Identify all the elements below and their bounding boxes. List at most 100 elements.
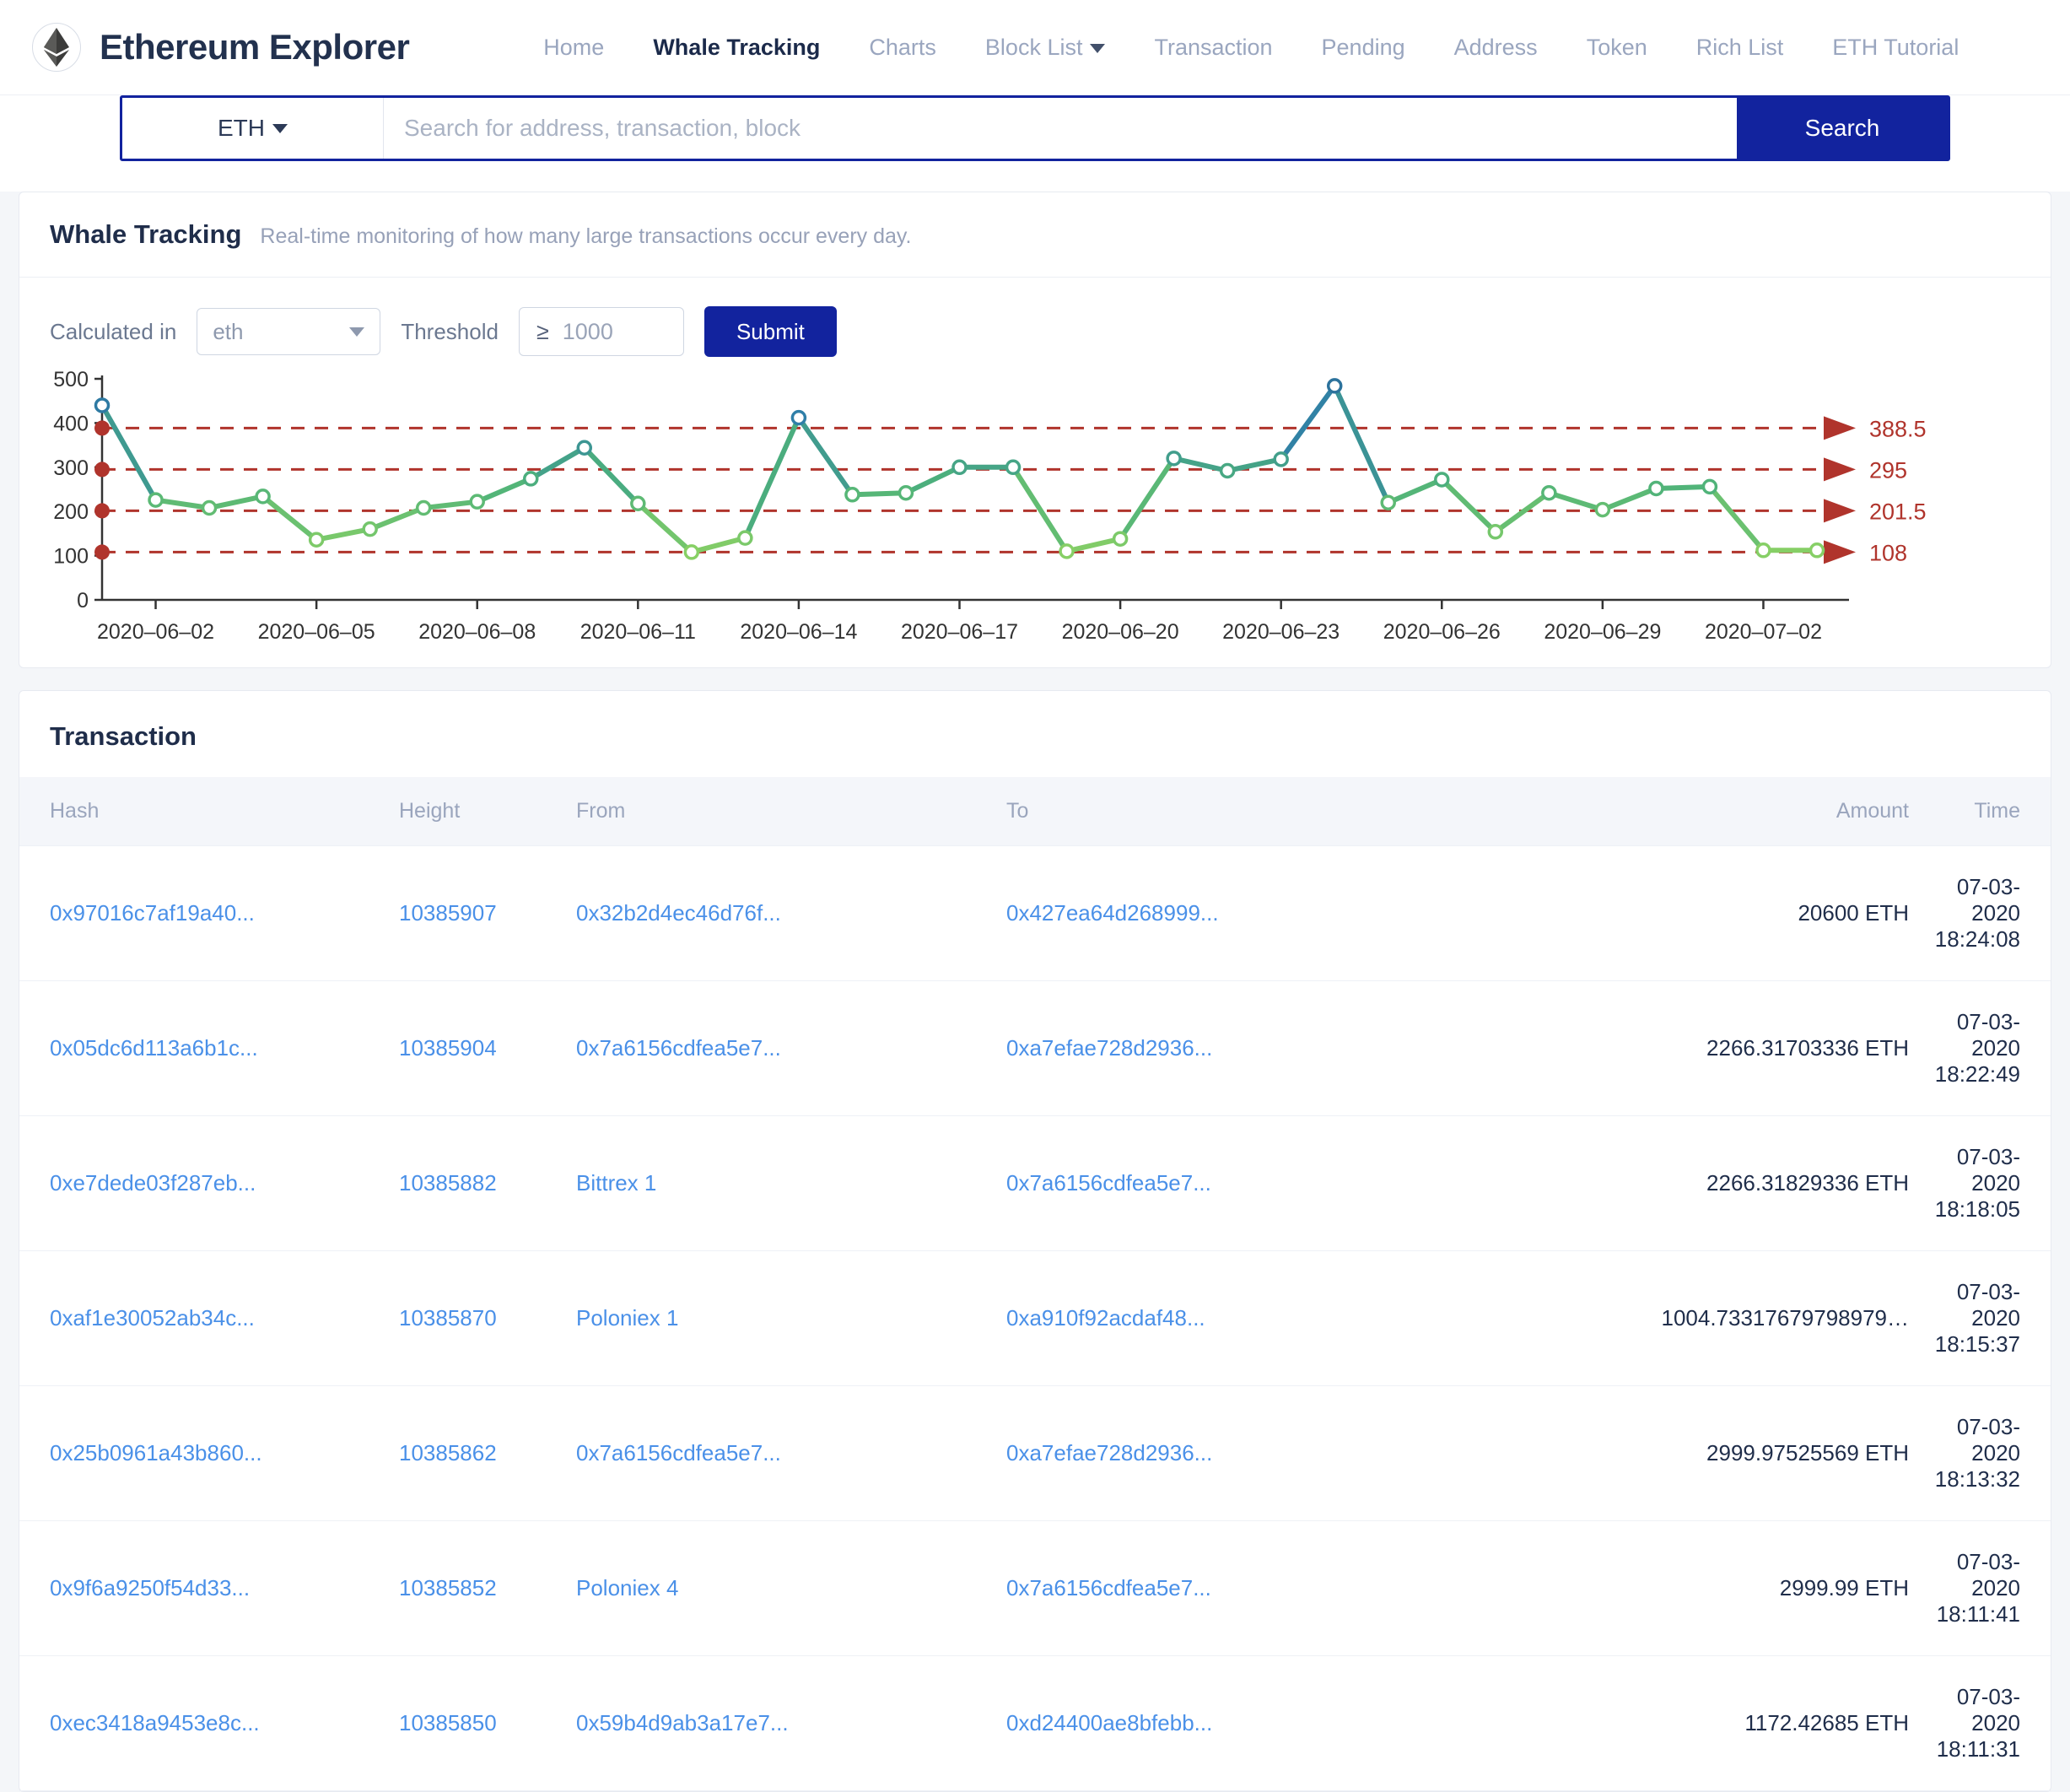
cell-to-link[interactable]: 0xa7efae728d2936... [1006, 1035, 1212, 1061]
cell-from-link[interactable]: 0x32b2d4ec46d76f... [576, 900, 781, 926]
threshold-input[interactable]: ≥ 1000 [518, 307, 684, 356]
column-header-time[interactable]: Time [1909, 777, 2051, 846]
nav-item-eth-tutorial[interactable]: ETH Tutorial [1808, 35, 1983, 61]
cell-to: 0xa7efae728d2936... [1006, 980, 1555, 1116]
main-nav: Home Whale Tracking Charts Block List Tr… [519, 35, 2038, 61]
cell-from-link[interactable]: Poloniex 4 [576, 1575, 678, 1600]
cell-hash-link[interactable]: 0x9f6a9250f54d33... [50, 1575, 250, 1600]
nav-item-address[interactable]: Address [1430, 35, 1562, 61]
cell-amount: 2999.99 ETH [1555, 1520, 1909, 1656]
cell-from-link[interactable]: Bittrex 1 [576, 1170, 656, 1196]
cell-height-link[interactable]: 10385852 [399, 1575, 497, 1600]
cell-time-value: 07-03-2020 18:11:41 [1936, 1549, 2020, 1627]
cell-amount: 2266.31703336 ETH [1555, 980, 1909, 1116]
cell-hash-link[interactable]: 0x97016c7af19a40... [50, 900, 255, 926]
column-header-to[interactable]: To [1006, 777, 1555, 846]
unit-select[interactable]: eth [197, 308, 381, 355]
cell-amount: 1172.42685 ETH [1555, 1655, 1909, 1791]
nav-item-whale-tracking[interactable]: Whale Tracking [628, 35, 844, 61]
cell-amount: 20600 ETH [1555, 845, 1909, 981]
cell-time-value: 07-03-2020 18:18:05 [1934, 1144, 2020, 1222]
cell-amount-value: 2999.97525569 ETH [1706, 1440, 1909, 1465]
cell-to-link[interactable]: 0x7a6156cdfea5e7... [1006, 1170, 1211, 1196]
cell-from: 0x32b2d4ec46d76f... [576, 845, 1006, 981]
submit-button[interactable]: Submit [703, 306, 837, 357]
cell-hash: 0xe7dede03f287eb... [19, 1115, 399, 1251]
cell-to-link[interactable]: 0xa7efae728d2936... [1006, 1440, 1212, 1465]
nav-item-transaction[interactable]: Transaction [1129, 35, 1296, 61]
cell-amount-value: 1172.42685 ETH [1744, 1710, 1909, 1735]
transaction-table-body: 0x97016c7af19a40... 10385907 0x32b2d4ec46d… [19, 845, 2051, 1791]
brand[interactable]: Ethereum Explorer [32, 23, 410, 72]
cell-height-link[interactable]: 10385904 [399, 1035, 497, 1061]
cell-to-link[interactable]: 0x7a6156cdfea5e7... [1006, 1575, 1211, 1600]
table-row: 0xe7dede03f287eb... 10385882 Bittrex 1 0x7a… [19, 1115, 2051, 1251]
column-header-height[interactable]: Height [399, 777, 576, 846]
cell-hash-link[interactable]: 0x05dc6d113a6b1c... [50, 1035, 258, 1061]
svg-text:2020–06–02: 2020–06–02 [97, 620, 214, 644]
cell-to-link[interactable]: 0xd24400ae8bfebb... [1006, 1710, 1212, 1735]
column-header-from[interactable]: From [576, 777, 1006, 846]
cell-from-link[interactable]: Poloniex 1 [576, 1305, 678, 1331]
cell-time-value: 07-03-2020 18:15:37 [1934, 1279, 2020, 1357]
cell-time-value: 07-03-2020 18:11:31 [1936, 1684, 2020, 1762]
cell-to: 0x7a6156cdfea5e7... [1006, 1520, 1555, 1656]
whale-line-chart[interactable]: 0 100 200 300 400 500 2020–06–02 2020–06–05 2020… [50, 370, 2019, 649]
nav-item-pending[interactable]: Pending [1297, 35, 1430, 61]
table-row: 0x25b0961a43b860... 10385862 0x7a6156cdfea… [19, 1385, 2051, 1521]
cell-height-link[interactable]: 10385882 [399, 1170, 497, 1196]
cell-from-link[interactable]: 0x59b4d9ab3a17e7... [576, 1710, 789, 1735]
transaction-table: Hash Height From To Amount Time 0x97016c… [19, 777, 2051, 1791]
table-row: 0x05dc6d113a6b1c... 10385904 0x7a6156cdfea… [19, 980, 2051, 1116]
transaction-card: Transaction Hash Height From To Amount T… [19, 690, 2051, 1792]
page-title: Whale Tracking [50, 219, 242, 249]
cell-amount: 1004.73317679798979… [1555, 1250, 1909, 1386]
whale-tracking-card: Whale Tracking Real-time monitoring of h… [19, 192, 2051, 668]
cell-height-link[interactable]: 10385850 [399, 1710, 497, 1735]
svg-text:300: 300 [53, 456, 89, 480]
cell-to-link[interactable]: 0xa910f92acdaf48... [1006, 1305, 1205, 1331]
ethereum-diamond-icon [32, 23, 81, 72]
cell-amount: 2999.97525569 ETH [1555, 1385, 1909, 1521]
column-header-hash[interactable]: Hash [19, 777, 399, 846]
cell-height-link[interactable]: 10385862 [399, 1440, 497, 1465]
nav-item-block-list[interactable]: Block List [961, 35, 1130, 61]
cell-time: 07-03-2020 18:15:37 [1909, 1250, 2051, 1386]
cell-time: 07-03-2020 18:18:05 [1909, 1115, 2051, 1251]
threshold-value: 1000 [562, 318, 613, 344]
svg-text:2020–06–17: 2020–06–17 [901, 620, 1018, 644]
cell-height-link[interactable]: 10385907 [399, 900, 497, 926]
coin-select[interactable]: ETH [122, 98, 384, 159]
calculated-in-label: Calculated in [50, 318, 177, 344]
cell-hash-link[interactable]: 0xec3418a9453e8c... [50, 1710, 260, 1735]
cell-hash: 0x05dc6d113a6b1c... [19, 980, 399, 1116]
cell-height-link[interactable]: 10385870 [399, 1305, 497, 1331]
transaction-table-head: Hash Height From To Amount Time [19, 777, 2051, 846]
svg-text:400: 400 [53, 412, 89, 435]
cell-to: 0xd24400ae8bfebb... [1006, 1655, 1555, 1791]
svg-text:2020–06–05: 2020–06–05 [258, 620, 375, 644]
cell-from-link[interactable]: 0x7a6156cdfea5e7... [576, 1440, 781, 1465]
whale-tracking-header: Whale Tracking Real-time monitoring of h… [19, 192, 2051, 278]
nav-item-charts[interactable]: Charts [844, 35, 961, 61]
whale-chart-area: 0 100 200 300 400 500 2020–06–02 2020–06–05 2020… [19, 362, 2051, 667]
cell-amount-value: 2266.31703336 ETH [1706, 1035, 1909, 1061]
search-input[interactable] [384, 98, 1737, 159]
nav-item-rich-list[interactable]: Rich List [1672, 35, 1809, 61]
cell-hash-link[interactable]: 0x25b0961a43b860... [50, 1440, 262, 1465]
search-section: ETH Search [0, 95, 2070, 192]
nav-item-token[interactable]: Token [1562, 35, 1672, 61]
column-header-amount[interactable]: Amount [1555, 777, 1909, 846]
nav-item-home[interactable]: Home [519, 35, 628, 61]
cell-time-value: 07-03-2020 18:22:49 [1934, 1009, 2020, 1087]
svg-text:388.5: 388.5 [1869, 416, 1927, 441]
page-subtitle: Real-time monitoring of how many large t… [260, 224, 912, 248]
cell-to-link[interactable]: 0x427ea64d268999... [1006, 900, 1219, 926]
cell-hash-link[interactable]: 0xe7dede03f287eb... [50, 1170, 256, 1196]
chevron-down-icon [349, 327, 365, 337]
cell-hash-link[interactable]: 0xaf1e30052ab34c... [50, 1305, 255, 1331]
cell-height: 10385850 [399, 1655, 576, 1791]
search-button[interactable]: Search [1737, 98, 1948, 159]
cell-time: 07-03-2020 18:11:41 [1909, 1520, 2051, 1656]
cell-from-link[interactable]: 0x7a6156cdfea5e7... [576, 1035, 781, 1061]
